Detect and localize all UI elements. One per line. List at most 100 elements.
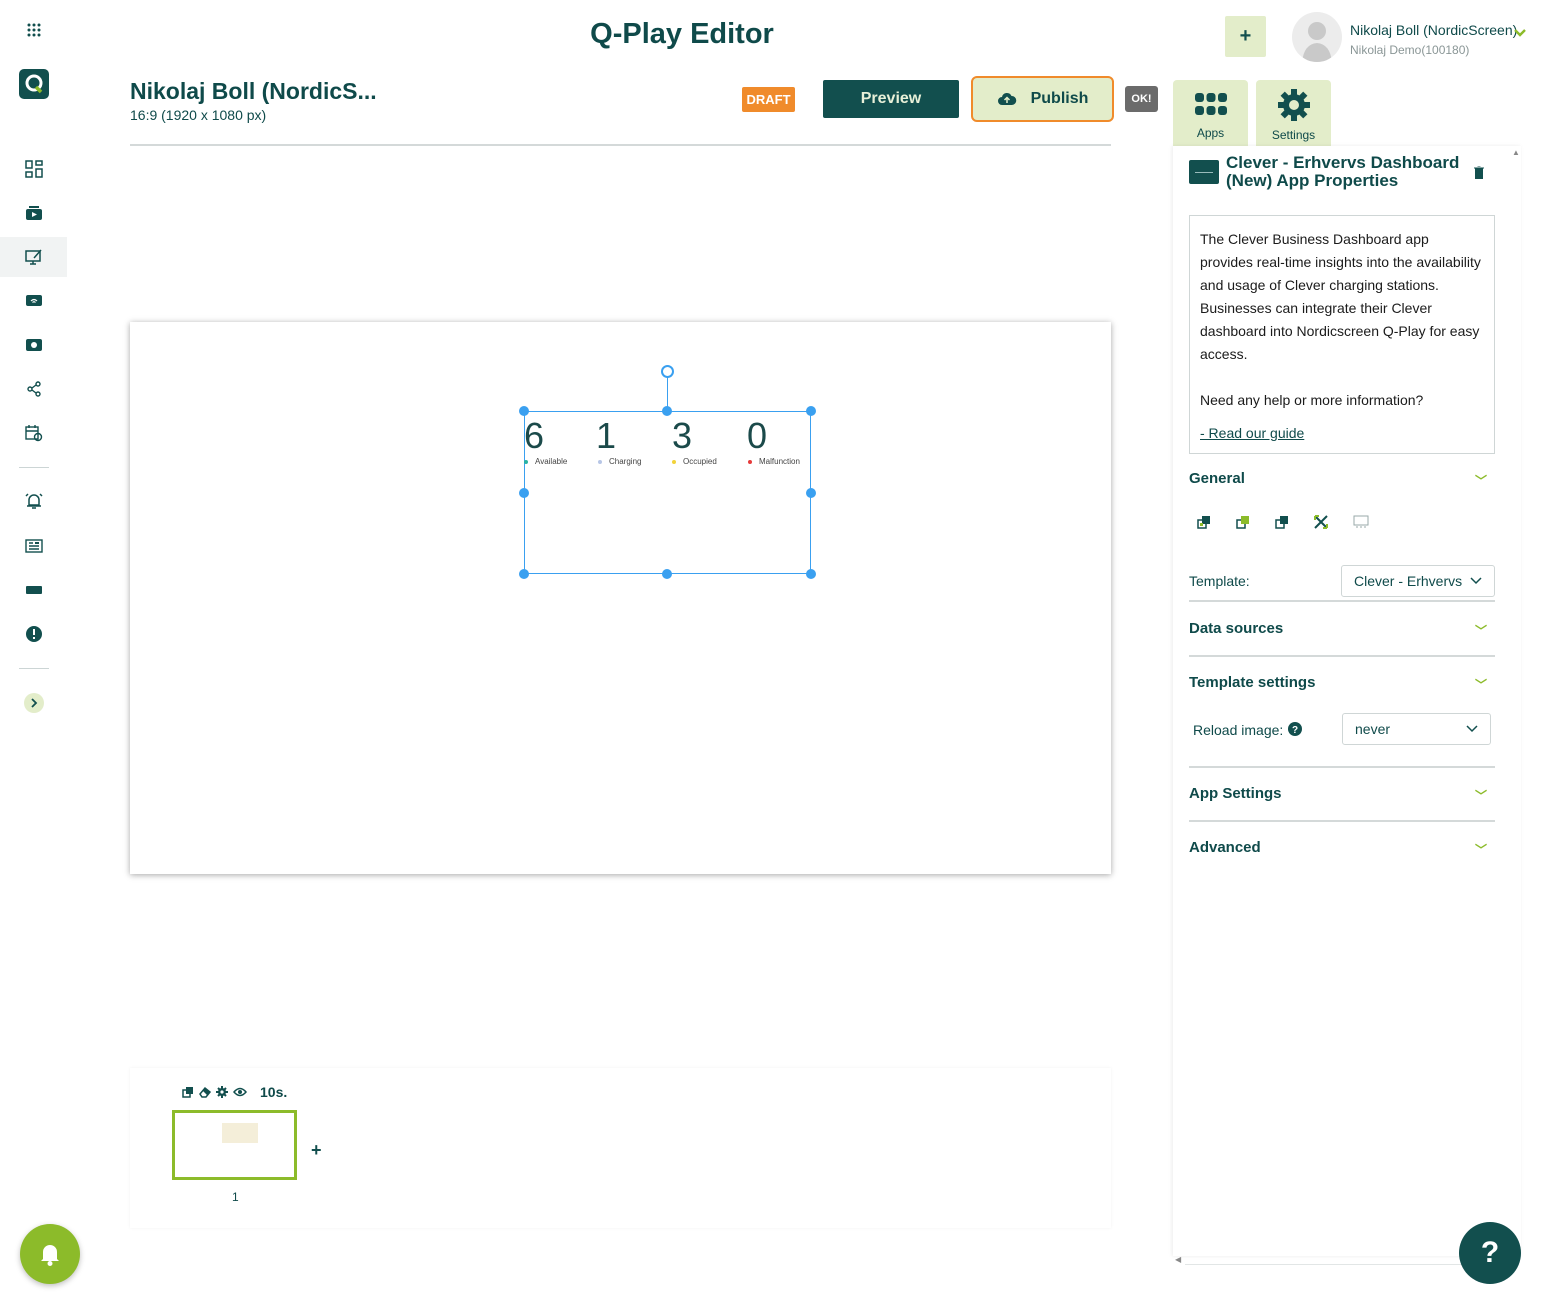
bell-icon	[41, 1245, 59, 1266]
app-logo-icon	[1189, 160, 1219, 184]
send-backward-icon[interactable]	[1275, 515, 1289, 529]
eraser-icon[interactable]	[199, 1086, 211, 1098]
thumbnail-preview	[222, 1123, 258, 1143]
section-app-settings-label: App Settings	[1189, 785, 1282, 802]
resize-handle[interactable]	[806, 488, 816, 498]
stat-dot	[524, 460, 528, 464]
section-data-sources[interactable]: Data sources ﹀	[1189, 620, 1495, 638]
divider	[130, 144, 1111, 146]
scroll-up-icon[interactable]: ▲	[1512, 148, 1520, 157]
section-general-label: General	[1189, 470, 1245, 487]
section-advanced[interactable]: Advanced ﹀	[1189, 839, 1495, 857]
ok-badge: OK!	[1125, 86, 1158, 112]
reload-image-select[interactable]: never	[1342, 713, 1491, 745]
chevron-down-icon: ﹀	[1474, 474, 1487, 488]
fullscreen-icon[interactable]	[1353, 515, 1369, 529]
widget-selection-box[interactable]	[524, 411, 811, 574]
resize-handle[interactable]	[662, 569, 672, 579]
divider	[1189, 655, 1495, 657]
section-template-settings-label: Template settings	[1189, 674, 1316, 691]
chevron-down-icon: ﹀	[1474, 789, 1487, 803]
tab-apps[interactable]: Apps	[1173, 80, 1248, 146]
stat-value-available: 6	[524, 415, 545, 456]
share-icon[interactable]	[0, 369, 67, 409]
rotate-handle[interactable]	[661, 365, 674, 378]
scroll-left-icon[interactable]: ◀	[1175, 1255, 1181, 1264]
section-data-sources-label: Data sources	[1189, 620, 1284, 637]
divider	[1189, 820, 1495, 822]
expand-icon[interactable]	[0, 683, 67, 723]
ticker-icon[interactable]	[0, 570, 67, 610]
avatar[interactable]	[1292, 12, 1342, 62]
add-slide-button[interactable]: +	[311, 1140, 322, 1161]
notifications-button[interactable]	[20, 1224, 80, 1284]
status-badge: DRAFT	[742, 87, 795, 112]
news-icon[interactable]	[0, 526, 67, 566]
section-app-settings[interactable]: App Settings ﹀	[1189, 785, 1495, 803]
resize-handle[interactable]	[806, 406, 816, 416]
playlist-icon[interactable]	[0, 325, 67, 365]
gear-icon[interactable]	[216, 1086, 228, 1098]
eye-icon[interactable]	[233, 1086, 247, 1098]
tab-settings-label: Settings	[1271, 128, 1316, 142]
divider	[1189, 600, 1495, 602]
template-select[interactable]: Clever - Erhvervs	[1341, 565, 1495, 597]
screens-icon[interactable]	[0, 281, 67, 321]
slide-controls: 10s.	[182, 1084, 287, 1100]
reload-image-label: Reload image:	[1193, 722, 1284, 738]
section-template-settings[interactable]: Template settings ﹀	[1189, 674, 1495, 692]
resize-handle[interactable]	[662, 406, 672, 416]
preview-button[interactable]: Preview	[823, 80, 959, 118]
user-name[interactable]: Nikolaj Boll (NordicScreen)	[1350, 22, 1517, 38]
slide-duration[interactable]: 10s.	[260, 1084, 287, 1100]
app-description: The Clever Business Dashboard app provid…	[1200, 231, 1481, 362]
slide-canvas[interactable]	[130, 322, 1111, 874]
resize-handle[interactable]	[806, 569, 816, 579]
bring-front-icon[interactable]	[1197, 515, 1211, 529]
help-prompt: Need any help or more information?	[1200, 392, 1424, 408]
section-general[interactable]: General ﹀	[1189, 470, 1495, 488]
guide-link[interactable]: - Read our guide	[1200, 425, 1304, 441]
chevron-down-icon	[1470, 577, 1482, 585]
layer-controls	[1197, 515, 1369, 529]
apps-icon	[1186, 86, 1235, 122]
duplicate-icon[interactable]	[182, 1086, 194, 1098]
gear-icon	[1269, 86, 1318, 124]
dashboard-icon[interactable]	[0, 149, 67, 189]
template-value: Clever - Erhvervs	[1354, 573, 1463, 589]
resize-handle[interactable]	[519, 569, 529, 579]
sidebar	[0, 0, 67, 1304]
slide-thumbnail[interactable]	[172, 1110, 297, 1180]
document-resolution: 16:9 (1920 x 1080 px)	[130, 107, 267, 123]
template-label: Template:	[1189, 573, 1250, 589]
logo-icon[interactable]	[0, 64, 67, 104]
help-button[interactable]: ?	[1459, 1222, 1521, 1284]
alarm-icon[interactable]	[0, 481, 67, 521]
chevron-down-icon: ﹀	[1474, 678, 1487, 692]
stat-label-occupied: Occupied	[683, 457, 717, 466]
media-icon[interactable]	[0, 193, 67, 233]
add-button[interactable]: +	[1225, 16, 1266, 57]
schedule-icon[interactable]	[0, 413, 67, 453]
stat-label-charging: Charging	[609, 457, 642, 466]
fit-screen-icon[interactable]	[1314, 515, 1328, 529]
svg-text:?: ?	[1292, 725, 1298, 736]
cloud-upload-icon	[997, 92, 1017, 106]
stat-value-charging: 1	[596, 415, 617, 456]
tab-settings[interactable]: Settings	[1256, 80, 1331, 146]
chevron-down-icon[interactable]	[1514, 28, 1526, 38]
horizontal-scrollbar[interactable]	[1185, 1264, 1505, 1265]
user-account: Nikolaj Demo(100180)	[1350, 43, 1470, 57]
slide-number: 1	[232, 1190, 239, 1204]
properties-title: Clever - Erhvervs Dashboard (New) App Pr…	[1226, 153, 1460, 190]
resize-handle[interactable]	[519, 488, 529, 498]
trash-icon[interactable]	[1474, 166, 1484, 179]
help-icon[interactable]: ?	[1288, 722, 1302, 736]
alert-icon[interactable]	[0, 614, 67, 654]
divider	[1189, 766, 1495, 768]
chevron-down-icon: ﹀	[1474, 624, 1487, 638]
document-title: Nikolaj Boll (NordicS...	[130, 78, 377, 104]
publish-button[interactable]: Publish	[971, 76, 1114, 122]
editor-icon[interactable]	[0, 237, 67, 277]
bring-forward-icon[interactable]	[1236, 515, 1250, 529]
